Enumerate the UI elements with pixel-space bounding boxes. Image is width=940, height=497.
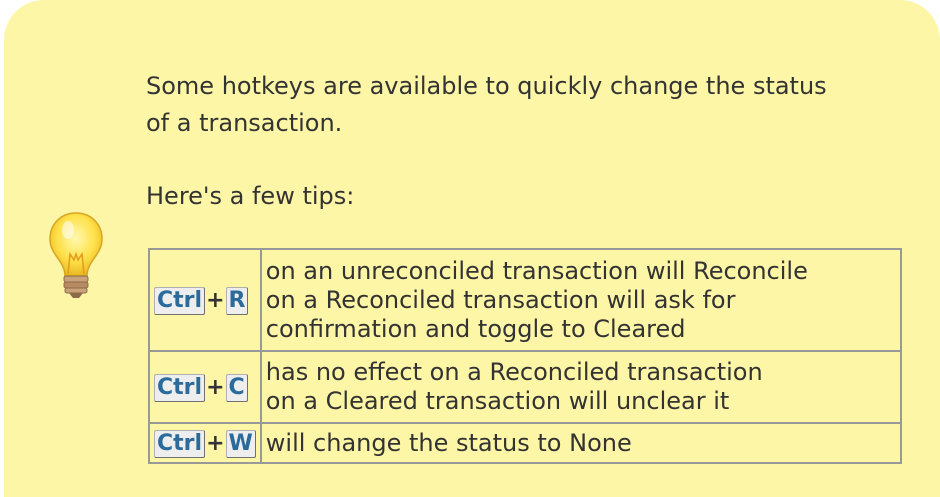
table-row: Ctrl + C has no effect on a Reconciled tra…	[148, 350, 902, 424]
lightbulb-icon	[49, 212, 103, 298]
hotkey-cell: Ctrl + W	[148, 422, 262, 464]
description-line: on a Reconciled transaction will ask for	[265, 285, 736, 314]
tip-box: Some hotkeys are available to quickly ch…	[4, 0, 940, 497]
hotkey-description: will change the status to None	[259, 422, 902, 464]
key-ctrl: Ctrl	[154, 374, 206, 402]
table-row: Ctrl + R on an unreconciled transaction wi…	[148, 248, 902, 352]
description-line: has no effect on a Reconciled transactio…	[265, 358, 763, 386]
key-ctrl: Ctrl	[154, 287, 206, 315]
tips-heading: Here's a few tips:	[146, 182, 355, 210]
plus-sign: +	[206, 375, 225, 400]
description-line: on an unreconciled transaction will Reco…	[265, 256, 808, 285]
description-line: confirmation and toggle to Cleared	[265, 314, 686, 343]
hotkey-description: has no effect on a Reconciled transactio…	[259, 350, 902, 424]
intro-text: Some hotkeys are available to quickly ch…	[146, 68, 916, 142]
hotkey-cell: Ctrl + C	[148, 350, 262, 424]
tip-content: Some hotkeys are available to quickly ch…	[146, 68, 916, 464]
plus-sign: +	[206, 288, 225, 313]
description-line: on a Cleared transaction will unclear it	[265, 387, 730, 415]
intro-line: Some hotkeys are available to quickly ch…	[146, 72, 827, 100]
plus-sign: +	[206, 431, 225, 456]
hotkey-table: Ctrl + R on an unreconciled transaction wi…	[148, 248, 902, 464]
key-c: C	[225, 374, 248, 402]
key-r: R	[225, 287, 249, 315]
hotkey-description: on an unreconciled transaction will Reco…	[259, 248, 902, 352]
hotkey-cell: Ctrl + R	[148, 248, 262, 352]
description-line: will change the status to None	[265, 428, 632, 457]
key-ctrl: Ctrl	[154, 430, 206, 458]
key-w: W	[225, 430, 256, 458]
intro-line: of a transaction.	[146, 109, 343, 137]
table-row: Ctrl + W will change the status to None	[148, 422, 902, 464]
